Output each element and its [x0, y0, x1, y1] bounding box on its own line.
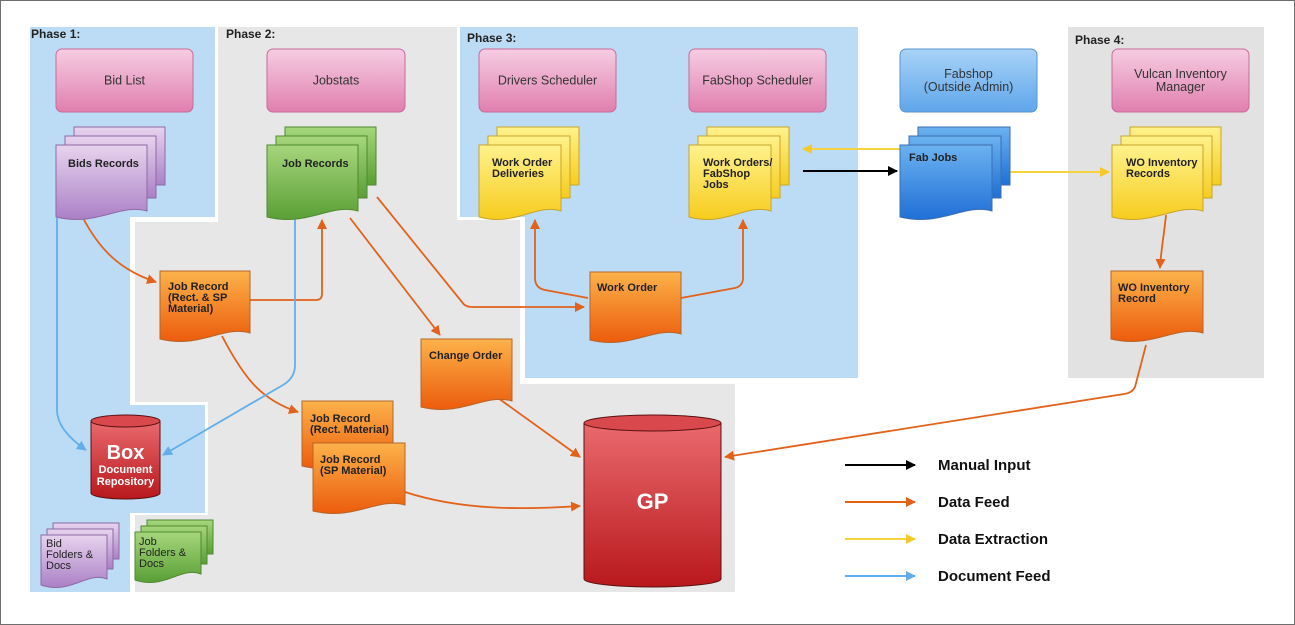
document-wo-inventory-record[interactable]: WO InventoryRecord — [1110, 270, 1204, 342]
document-label: Fab Jobs — [909, 152, 957, 164]
system-label: Manager — [1156, 80, 1205, 94]
document-fab-jobs[interactable]: Fab Jobs — [899, 126, 1011, 220]
document-label: Record — [1118, 293, 1156, 305]
legend-label: Data Extraction — [938, 531, 1048, 548]
document-label: Change Order — [429, 350, 503, 362]
phase-label-phase2: Phase 2: — [226, 27, 275, 41]
legend-item-document-feed: Document Feed — [845, 568, 1051, 585]
database-subtitle: Document — [99, 464, 153, 476]
document-label: Docs — [46, 560, 72, 572]
system-label: Fabshop — [944, 67, 993, 81]
system-fabshop-scheduler[interactable]: FabShop Scheduler — [688, 48, 827, 113]
system-drivers-scheduler[interactable]: Drivers Scheduler — [478, 48, 617, 113]
document-work-order[interactable]: Work Order — [589, 271, 682, 343]
document-job-folders-docs[interactable]: JobFolders &Docs — [134, 519, 214, 583]
legend-label: Document Feed — [938, 568, 1051, 585]
document-label: Jobs — [703, 179, 729, 191]
legend-item-data-extraction: Data Extraction — [845, 531, 1048, 548]
document-label: (Rect. Material) — [310, 424, 389, 436]
phase-label-phase3: Phase 3: — [467, 31, 516, 45]
database-title: GP — [637, 489, 669, 514]
legend-label: Data Feed — [938, 494, 1010, 511]
document-label: Job Records — [282, 158, 349, 170]
document-change-order[interactable]: Change Order — [420, 338, 513, 410]
system-label: Jobstats — [313, 74, 360, 88]
database-subtitle: Repository — [97, 476, 155, 488]
database-title: Box — [107, 442, 145, 464]
system-vulcan-inventory-manager[interactable]: Vulcan InventoryManager — [1111, 48, 1250, 113]
system-label: (Outside Admin) — [924, 80, 1014, 94]
legend-label: Manual Input — [938, 457, 1031, 474]
system-jobstats[interactable]: Jobstats — [266, 48, 406, 113]
document-label: Work Order — [597, 282, 658, 294]
database-gp[interactable]: GP — [583, 414, 722, 588]
document-label: (SP Material) — [320, 465, 387, 477]
system-label: FabShop Scheduler — [702, 74, 813, 88]
system-label: Vulcan Inventory — [1134, 67, 1227, 81]
database-box-repository[interactable]: BoxDocumentRepository — [90, 414, 161, 500]
document-label: Records — [1126, 168, 1170, 180]
system-label: Bid List — [104, 74, 146, 88]
system-label: Drivers Scheduler — [498, 74, 597, 88]
system-fabshop[interactable]: Fabshop(Outside Admin) — [899, 48, 1038, 113]
phase-label-phase4: Phase 4: — [1075, 33, 1124, 47]
document-job-record-sp[interactable]: Job Record(SP Material) — [312, 442, 406, 514]
workflow-diagram: Phase 1: Phase 2: Phase 3: Phase 4: Bid Lis… — [30, 27, 1264, 592]
phase-label-phase1: Phase 1: — [31, 27, 80, 41]
system-bid-list[interactable]: Bid List — [55, 48, 194, 113]
document-label: Deliveries — [492, 168, 544, 180]
legend-item-manual-input: Manual Input — [845, 457, 1031, 474]
document-label: Docs — [139, 558, 165, 570]
document-label: Material) — [168, 303, 214, 315]
legend-item-data-feed: Data Feed — [845, 494, 1010, 511]
document-label: Bids Records — [68, 158, 139, 170]
document-bid-folders-docs[interactable]: BidFolders &Docs — [40, 522, 120, 588]
document-job-record-rect-sp[interactable]: Job Record(Rect. & SPMaterial) — [159, 270, 251, 342]
